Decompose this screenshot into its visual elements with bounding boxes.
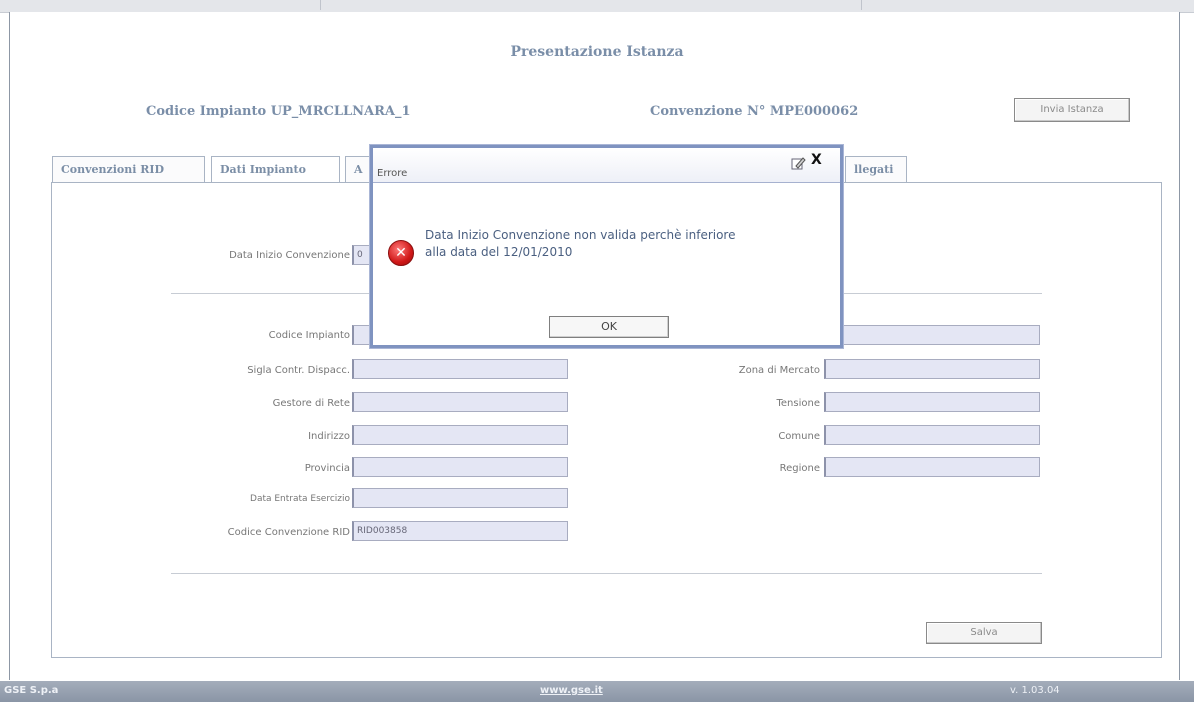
convenzione-heading: Convenzione N° MPE000062 <box>650 104 859 119</box>
page-title: Presentazione Istanza <box>510 44 684 60</box>
data-inizio-label: Data Inizio Convenzione <box>229 250 350 261</box>
edit-icon[interactable] <box>790 155 806 171</box>
ok-button[interactable]: OK <box>549 316 669 338</box>
tensione-field[interactable] <box>824 392 1040 412</box>
dialog-message: Data Inizio Convenzione non valida perch… <box>425 227 735 261</box>
gestore-rete-field[interactable] <box>352 392 568 412</box>
data-inizio-field[interactable]: 0 <box>352 245 372 265</box>
right-top-field[interactable] <box>824 325 1040 345</box>
top-strip-segment <box>320 0 862 10</box>
footer: GSE S.p.a www.gse.it v. 1.03.04 <box>0 681 1194 702</box>
footer-site-link[interactable]: www.gse.it <box>540 685 603 696</box>
dialog-message-line2: alla data del 12/01/2010 <box>425 245 573 259</box>
codice-impianto-heading: Codice Impianto UP_MRCLLNARA_1 <box>146 104 411 119</box>
codice-impianto-label: Codice Impianto <box>268 330 350 341</box>
provincia-field[interactable] <box>352 457 568 477</box>
footer-company: GSE S.p.a <box>4 685 59 696</box>
zona-mercato-field[interactable] <box>824 359 1040 379</box>
separator-bottom <box>171 573 1042 574</box>
data-entrata-esercizio-label: Data Entrata Esercizio <box>250 494 350 504</box>
codice-impianto-field[interactable] <box>352 325 372 345</box>
tensione-label: Tensione <box>776 398 821 409</box>
comune-field[interactable] <box>824 425 1040 445</box>
indirizzo-field[interactable] <box>352 425 568 445</box>
close-icon[interactable]: X <box>811 152 822 168</box>
sigla-contr-field[interactable] <box>352 359 568 379</box>
invia-istanza-button[interactable]: Invia Istanza <box>1014 98 1130 122</box>
provincia-label: Provincia <box>304 463 350 474</box>
tab-allegati[interactable]: llegati <box>845 156 907 182</box>
tab-convenzioni-rid[interactable]: Convenzioni RID <box>52 156 205 182</box>
data-entrata-esercizio-field[interactable] <box>352 488 568 508</box>
salva-button[interactable]: Salva <box>926 622 1042 644</box>
footer-version: v. 1.03.04 <box>1010 685 1060 696</box>
regione-field[interactable] <box>824 457 1040 477</box>
error-icon: ✕ <box>388 240 414 266</box>
dialog-message-line1: Data Inizio Convenzione non valida perch… <box>425 228 736 242</box>
regione-label: Regione <box>779 463 820 474</box>
codice-convenzione-rid-field[interactable]: RID003858 <box>352 521 568 541</box>
tab-dati-impianto[interactable]: Dati Impianto <box>211 156 340 183</box>
dialog-titlebar[interactable]: Errore X <box>373 148 840 183</box>
comune-label: Comune <box>778 431 820 442</box>
sigla-contr-label: Sigla Contr. Dispacc. <box>247 365 350 376</box>
zona-mercato-label: Zona di Mercato <box>738 365 820 376</box>
indirizzo-label: Indirizzo <box>308 431 350 442</box>
error-dialog: Errore X ✕ Data Inizio Convenzione non v… <box>370 145 843 348</box>
codice-convenzione-rid-label: Codice Convenzione RID <box>227 527 350 538</box>
gestore-rete-label: Gestore di Rete <box>272 398 350 409</box>
dialog-title: Errore <box>377 168 408 179</box>
